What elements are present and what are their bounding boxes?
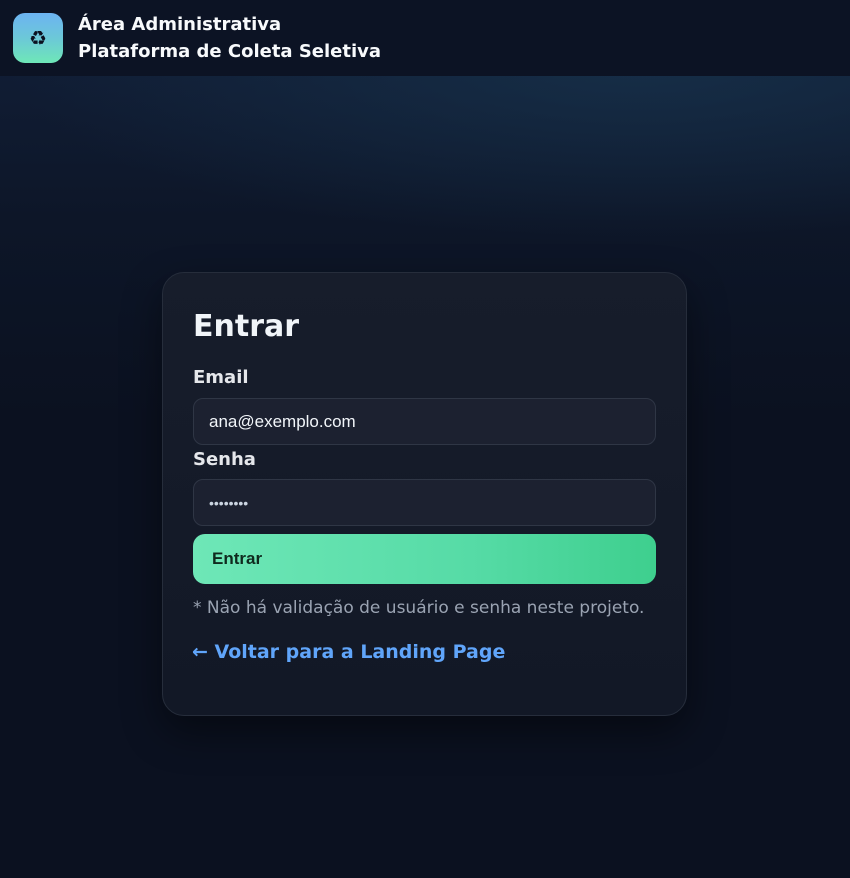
back-to-landing-link[interactable]: ← Voltar para a Landing Page — [192, 641, 505, 663]
app-subtitle: Plataforma de Coleta Seletiva — [78, 41, 382, 62]
validation-note: * Não há validação de usuário e senha ne… — [193, 598, 645, 618]
recycle-icon: ♻ — [29, 26, 47, 50]
login-heading: Entrar — [193, 309, 300, 344]
app-title: Área Administrativa — [78, 14, 282, 35]
login-card: Entrar Email Senha Entrar * Não há valid… — [162, 272, 687, 716]
app-logo: ♻ — [13, 13, 63, 63]
top-bar: ♻ Área Administrativa Plataforma de Cole… — [0, 0, 850, 76]
login-button[interactable]: Entrar — [193, 534, 656, 584]
email-input[interactable] — [193, 398, 656, 445]
email-label: Email — [193, 367, 249, 388]
brand-text: Área Administrativa Plataforma de Coleta… — [78, 11, 381, 65]
password-input[interactable] — [193, 479, 656, 526]
password-label: Senha — [193, 449, 256, 470]
